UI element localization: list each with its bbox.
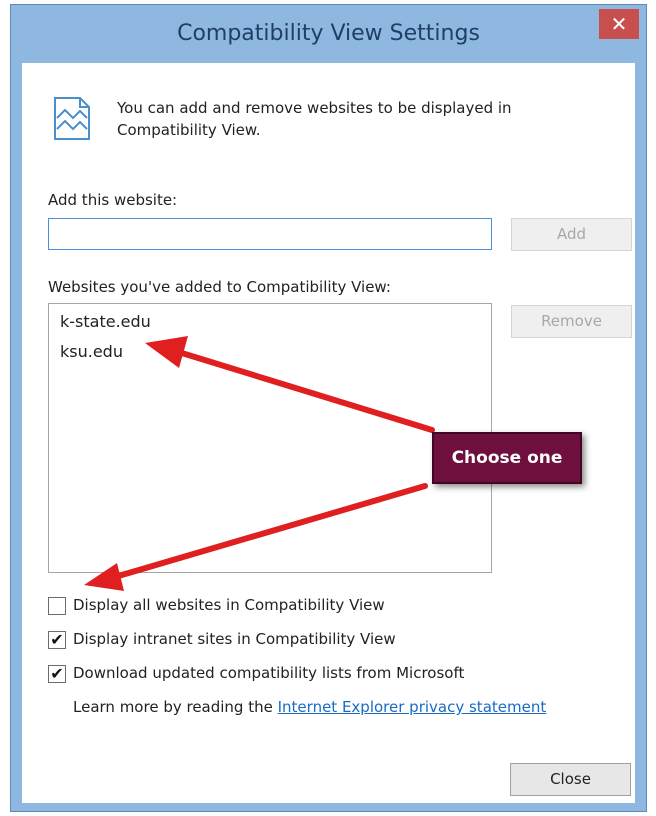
display-all-websites-label: Display all websites in Compatibility Vi… (73, 596, 385, 614)
website-list[interactable]: k-state.edu ksu.edu (48, 303, 492, 573)
add-website-label: Add this website: (48, 191, 178, 209)
privacy-statement-link[interactable]: Internet Explorer privacy statement (278, 698, 547, 716)
list-item[interactable]: ksu.edu (60, 342, 123, 361)
display-intranet-label: Display intranet sites in Compatibility … (73, 630, 396, 648)
title-bar[interactable]: Compatibility View Settings ✕ (11, 5, 646, 63)
list-item[interactable]: k-state.edu (60, 312, 151, 331)
remove-button[interactable]: Remove (511, 305, 632, 338)
add-button[interactable]: Add (511, 218, 632, 251)
choose-one-callout: Choose one (432, 432, 582, 484)
display-all-websites-checkbox[interactable] (48, 597, 66, 615)
website-list-label: Websites you've added to Compatibility V… (48, 278, 391, 296)
dialog-title: Compatibility View Settings (177, 21, 480, 46)
download-lists-label: Download updated compatibility lists fro… (73, 664, 465, 682)
close-button[interactable]: Close (510, 763, 631, 796)
close-window-button[interactable]: ✕ (599, 9, 639, 39)
download-lists-checkbox[interactable]: ✔ (48, 665, 66, 683)
compatibility-view-icon (54, 97, 90, 140)
add-website-input[interactable] (48, 218, 492, 250)
display-intranet-checkbox[interactable]: ✔ (48, 631, 66, 649)
learn-more-text: Learn more by reading the (73, 698, 273, 716)
learn-more-line: Learn more by reading the Internet Explo… (73, 698, 546, 716)
info-text: You can add and remove websites to be di… (117, 99, 512, 139)
dialog-window: Compatibility View Settings ✕ You can ad… (10, 4, 647, 812)
